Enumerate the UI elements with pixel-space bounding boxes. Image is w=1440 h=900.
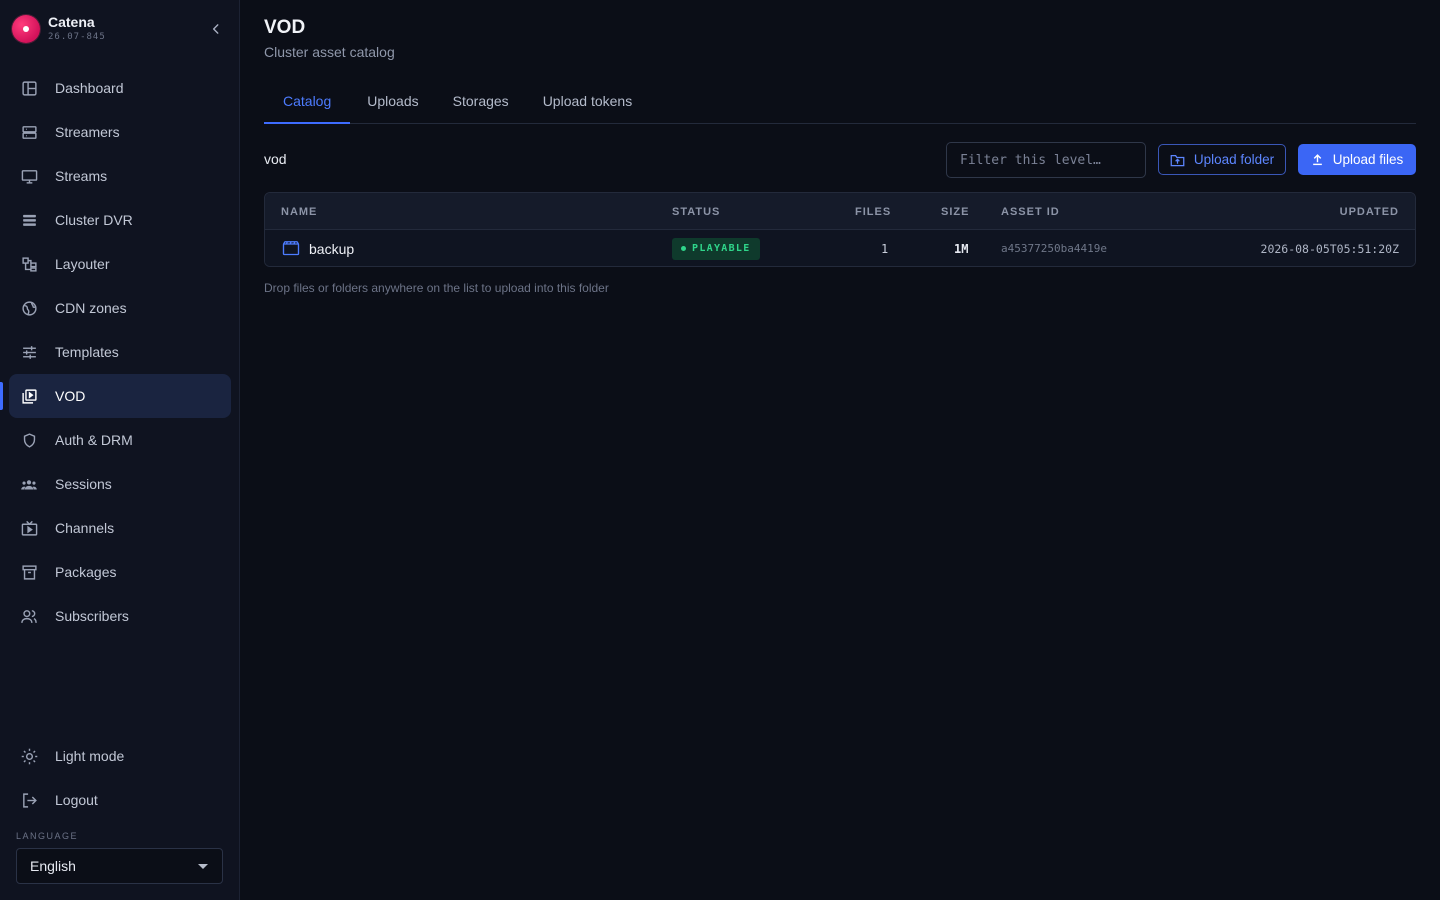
cell-updated: 2026-08-05T05:51:20Z <box>1260 241 1399 256</box>
page-title: VOD <box>264 17 306 38</box>
archive-icon <box>20 563 38 581</box>
sidebar-item-auth-drm[interactable]: Auth & DRM <box>9 418 231 462</box>
sidebar-item-label: Logout <box>55 792 98 808</box>
column-header-files[interactable]: FILES <box>855 206 891 218</box>
chevron-left-icon <box>212 24 219 34</box>
sidebar-item-dashboard[interactable]: Dashboard <box>9 66 231 110</box>
server-icon <box>20 123 38 141</box>
cell-status: PLAYABLE <box>672 230 760 266</box>
cell-asset-id: a45377250ba4419e <box>1001 242 1107 255</box>
brand-name: Catena <box>48 14 95 30</box>
sidebar-item-cluster-dvr[interactable]: Cluster DVR <box>9 198 231 242</box>
current-path: vod <box>264 151 287 167</box>
sidebar-item-subscribers[interactable]: Subscribers <box>9 594 231 638</box>
page-subtitle: Cluster asset catalog <box>264 44 395 60</box>
collapse-sidebar-button[interactable] <box>206 19 226 39</box>
sidebar-item-label: CDN zones <box>55 300 127 316</box>
asset-table: NAME STATUS FILES SIZE ASSET ID UPDATED … <box>264 192 1416 267</box>
sun-icon <box>20 747 38 765</box>
dashboard-icon <box>20 79 38 97</box>
sidebar-item-label: Auth & DRM <box>55 432 133 448</box>
cell-files: 1 <box>881 241 889 256</box>
sliders-icon <box>20 343 38 361</box>
users-icon <box>20 475 38 493</box>
status-badge: PLAYABLE <box>672 237 760 260</box>
sidebar: Catena 26.07-845 Dashboard Streamers Str… <box>0 0 240 900</box>
tv-icon <box>20 519 38 537</box>
brand: Catena 26.07-845 <box>10 12 230 46</box>
language-selected-value: English <box>30 858 76 874</box>
drop-hint: Drop files or folders anywhere on the li… <box>264 281 609 295</box>
sidebar-item-streams[interactable]: Streams <box>9 154 231 198</box>
storage-icon <box>20 211 38 229</box>
sidebar-item-label: Channels <box>55 520 115 536</box>
user-group-icon <box>20 607 38 625</box>
status-text: PLAYABLE <box>692 243 751 254</box>
upload-files-label: Upload files <box>1332 152 1404 167</box>
light-mode-toggle[interactable]: Light mode <box>9 734 231 778</box>
column-header-updated[interactable]: UPDATED <box>1340 206 1399 218</box>
sidebar-item-label: VOD <box>55 388 86 404</box>
sidebar-item-label: Templates <box>55 344 119 360</box>
cell-name: backup <box>282 230 355 266</box>
shield-icon <box>20 431 38 449</box>
tab-bar: Catalog Uploads Storages Upload tokens <box>264 78 1416 124</box>
sidebar-bottom-nav: Light mode Logout <box>0 734 240 822</box>
logout-button[interactable]: Logout <box>9 778 231 822</box>
sidebar-item-label: Subscribers <box>55 608 129 624</box>
sidebar-item-sessions[interactable]: Sessions <box>9 462 231 506</box>
sidebar-item-label: Light mode <box>55 748 125 764</box>
sidebar-item-label: Sessions <box>55 476 112 492</box>
globe-icon <box>20 299 38 317</box>
main-content: VOD Cluster asset catalog Catalog Upload… <box>264 0 1416 900</box>
upload-icon <box>1311 153 1324 166</box>
language-select[interactable]: English <box>16 848 223 884</box>
sidebar-item-label: Layouter <box>55 256 110 272</box>
sidebar-item-channels[interactable]: Channels <box>9 506 231 550</box>
sidebar-item-templates[interactable]: Templates <box>9 330 231 374</box>
sidebar-item-label: Packages <box>55 564 117 580</box>
upload-files-button[interactable]: Upload files <box>1298 144 1416 175</box>
sidebar-item-label: Cluster DVR <box>55 212 133 228</box>
sidebar-item-cdn-zones[interactable]: CDN zones <box>9 286 231 330</box>
caret-down-icon <box>198 864 208 869</box>
logout-icon <box>20 791 38 809</box>
filter-input[interactable] <box>946 142 1146 178</box>
language-label: LANGUAGE <box>16 831 79 841</box>
folder-upload-icon <box>1170 153 1185 167</box>
upload-folder-label: Upload folder <box>1193 152 1275 167</box>
status-dot-icon <box>681 246 686 251</box>
sidebar-item-label: Streams <box>55 168 108 184</box>
table-header: NAME STATUS FILES SIZE ASSET ID UPDATED <box>265 193 1415 230</box>
brand-logo-icon <box>12 15 40 43</box>
column-header-asset-id[interactable]: ASSET ID <box>1001 206 1060 218</box>
layout-icon <box>20 255 38 273</box>
sidebar-item-vod[interactable]: VOD <box>0 374 231 418</box>
tab-uploads[interactable]: Uploads <box>350 78 435 123</box>
sidebar-item-layouter[interactable]: Layouter <box>9 242 231 286</box>
asset-name: backup <box>309 240 355 257</box>
column-header-name[interactable]: NAME <box>281 206 317 218</box>
table-row[interactable]: backup PLAYABLE 1 1M a45377250ba4419e 20… <box>265 230 1415 266</box>
brand-version: 26.07-845 <box>48 32 106 42</box>
sidebar-item-packages[interactable]: Packages <box>9 550 231 594</box>
tab-catalog[interactable]: Catalog <box>264 78 351 124</box>
tab-upload-tokens[interactable]: Upload tokens <box>526 78 650 123</box>
video-library-icon <box>20 387 38 405</box>
cell-size: 1M <box>954 241 969 256</box>
sidebar-item-label: Dashboard <box>55 80 124 96</box>
column-header-size[interactable]: SIZE <box>941 206 969 218</box>
sidebar-nav: Dashboard Streamers Streams Cluster DVR … <box>0 66 240 638</box>
sidebar-item-streamers[interactable]: Streamers <box>9 110 231 154</box>
monitor-icon <box>20 167 38 185</box>
tab-storages[interactable]: Storages <box>436 78 526 123</box>
upload-folder-button[interactable]: Upload folder <box>1158 144 1286 175</box>
video-folder-icon <box>282 241 300 256</box>
column-header-status[interactable]: STATUS <box>672 206 720 218</box>
sidebar-item-label: Streamers <box>55 124 120 140</box>
